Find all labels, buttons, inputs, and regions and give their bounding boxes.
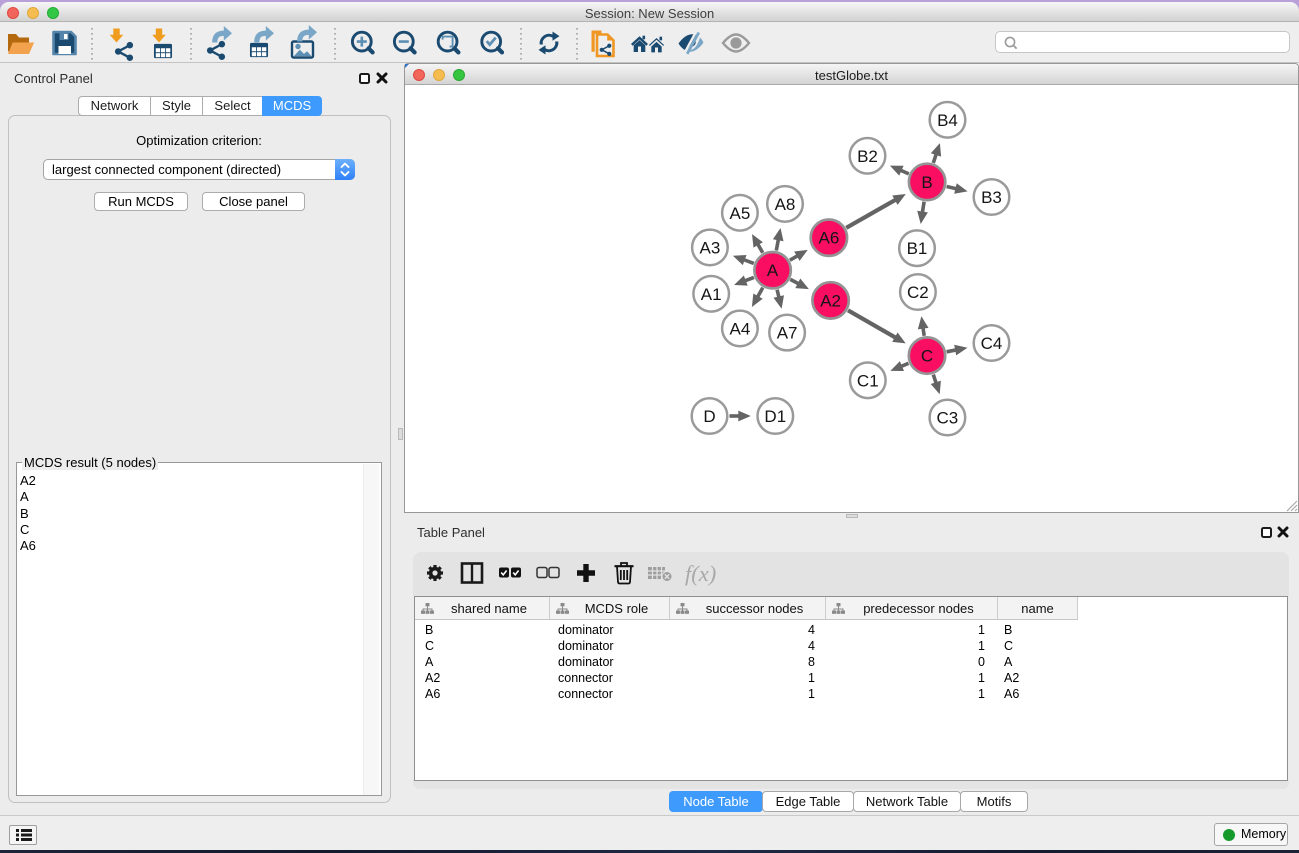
svg-text:C1: C1 bbox=[857, 371, 879, 390]
svg-text:A1: A1 bbox=[701, 285, 722, 304]
svg-text:A2: A2 bbox=[820, 291, 841, 310]
svg-text:C4: C4 bbox=[981, 334, 1003, 353]
svg-text:A7: A7 bbox=[777, 324, 798, 343]
svg-text:A3: A3 bbox=[700, 238, 721, 257]
svg-text:B: B bbox=[921, 173, 932, 192]
svg-text:A8: A8 bbox=[775, 195, 796, 214]
svg-text:B3: B3 bbox=[981, 188, 1002, 207]
svg-text:D: D bbox=[703, 407, 715, 426]
svg-text:B1: B1 bbox=[907, 239, 928, 258]
svg-text:A6: A6 bbox=[819, 229, 840, 248]
svg-text:B2: B2 bbox=[857, 147, 878, 166]
svg-text:C2: C2 bbox=[907, 283, 929, 302]
svg-text:A5: A5 bbox=[730, 204, 751, 223]
svg-text:C: C bbox=[921, 347, 933, 366]
svg-text:A4: A4 bbox=[730, 319, 751, 338]
svg-text:C3: C3 bbox=[937, 409, 959, 428]
svg-text:D1: D1 bbox=[764, 407, 786, 426]
svg-text:B4: B4 bbox=[937, 111, 958, 130]
svg-text:A: A bbox=[767, 261, 779, 280]
svg-text:f(x): f(x) bbox=[685, 561, 716, 586]
